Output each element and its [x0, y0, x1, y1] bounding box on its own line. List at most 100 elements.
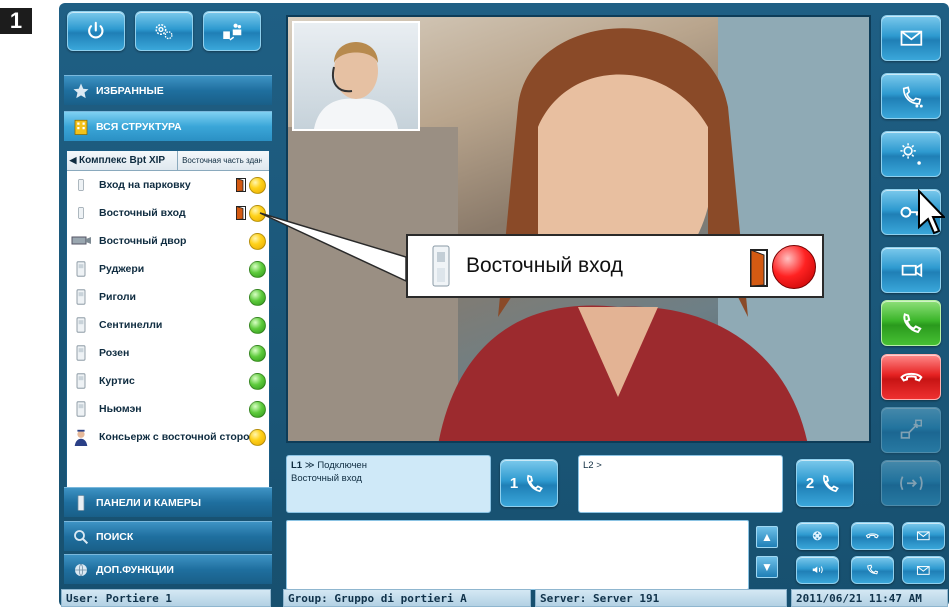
- door-open-icon: [750, 249, 768, 287]
- call-transfer-button[interactable]: [881, 407, 941, 453]
- line2-label: L2 >: [583, 460, 602, 471]
- callout-title: Восточный вход: [466, 254, 623, 277]
- volume-button[interactable]: [796, 556, 839, 584]
- status-server: Server: Server 191: [535, 589, 787, 607]
- device-row[interactable]: Восточный двор: [67, 227, 269, 255]
- structure-panel: ◀ Комплекс Bpt XIP Восточная часть здани…: [66, 150, 270, 490]
- phone-hangup-icon: [899, 372, 923, 382]
- mail-forward-button[interactable]: [902, 522, 945, 550]
- navigate-button[interactable]: [796, 522, 839, 550]
- status-green-icon: [249, 317, 266, 334]
- call-forward-button[interactable]: [881, 73, 941, 119]
- intercom-handset-icon: [76, 345, 86, 361]
- device-label: Вход на парковку: [99, 179, 191, 191]
- transfer-icon: [900, 419, 922, 439]
- line2-button[interactable]: 2: [796, 459, 854, 507]
- concierge-icon: [74, 429, 88, 446]
- video-feed: [286, 15, 871, 443]
- hold-button[interactable]: [851, 522, 894, 550]
- conference-button[interactable]: [881, 460, 941, 506]
- device-row[interactable]: Сентинелли: [67, 311, 269, 339]
- status-group: Group: Gruppo di portieri A: [283, 589, 531, 607]
- operator-video-pip: [292, 21, 420, 131]
- envelope-icon: [900, 30, 922, 46]
- status-yellow-icon: [249, 233, 266, 250]
- scroll-up-button[interactable]: ▲: [756, 526, 778, 548]
- intercom-panel-icon: [78, 179, 84, 191]
- device-icon: [70, 315, 92, 335]
- phone-dots-icon: [902, 86, 923, 108]
- device-label: Руджери: [99, 263, 145, 275]
- nav-search[interactable]: ПОИСК: [64, 521, 272, 551]
- line1-state: ≫ Подключен: [304, 460, 367, 471]
- device-row[interactable]: Восточный вход: [67, 199, 269, 227]
- device-label: Восточный двор: [99, 235, 187, 247]
- line1-name: Восточный вход: [291, 473, 362, 484]
- line1-status[interactable]: L1 ≫ Подключен Восточный вход: [286, 455, 491, 513]
- mail-receive-button[interactable]: [902, 556, 945, 584]
- device-label: Риголи: [99, 291, 136, 303]
- intercom-handset-icon: [76, 289, 86, 305]
- answer-call-button[interactable]: [881, 300, 941, 346]
- line2-status[interactable]: L2 >: [578, 455, 783, 513]
- device-icon: [70, 259, 92, 279]
- device-row[interactable]: Руджери: [67, 255, 269, 283]
- transfer-button[interactable]: [203, 11, 261, 51]
- intercom-panel-icon: [78, 207, 84, 219]
- scroll-down-button[interactable]: ▼: [756, 556, 778, 578]
- nav-extra[interactable]: ДОП.ФУНКЦИИ: [64, 554, 272, 584]
- device-icon: [70, 399, 92, 419]
- nav-structure[interactable]: ВСЯ СТРУКТУРА: [64, 111, 272, 141]
- status-green-icon: [249, 289, 266, 306]
- nav-search-label: ПОИСК: [96, 530, 134, 543]
- message-area[interactable]: [286, 520, 749, 590]
- door-icon[interactable]: [236, 206, 247, 220]
- redial-button[interactable]: [851, 556, 894, 584]
- intercom-handset-icon: [76, 401, 86, 417]
- device-label: Сентинелли: [99, 319, 163, 331]
- status-yellow-icon: [249, 429, 266, 446]
- app-window: ИЗБРАННЫЕ ВСЯ СТРУКТУРА ◀ Комплекс Bpt X…: [59, 3, 949, 607]
- device-row[interactable]: Вход на парковку: [67, 171, 269, 199]
- device-row[interactable]: Консьерж с восточной стороны: [67, 423, 269, 451]
- status-user: User: Portiere 1: [61, 589, 271, 607]
- handset-icon: [865, 533, 880, 539]
- breadcrumb: ◀ Комплекс Bpt XIP Восточная часть здани…: [67, 150, 269, 171]
- back-arrow-icon[interactable]: ◀: [67, 155, 79, 166]
- nav-extra-label: ДОП.ФУНКЦИИ: [96, 563, 174, 576]
- nav-favorites[interactable]: ИЗБРАННЫЕ: [64, 75, 272, 105]
- status-datetime: 2011/06/21 11:47 AM: [791, 589, 948, 607]
- device-icon: [70, 371, 92, 391]
- operator-image: [314, 42, 398, 129]
- intercom-panel-icon: [77, 495, 85, 511]
- device-row[interactable]: Куртис: [67, 367, 269, 395]
- nav-structure-label: ВСЯ СТРУКТУРА: [96, 120, 182, 133]
- door-icon[interactable]: [236, 178, 247, 192]
- hangup-button[interactable]: [881, 354, 941, 400]
- device-row[interactable]: Розен: [67, 339, 269, 367]
- device-icon: [70, 231, 92, 251]
- breadcrumb-sub[interactable]: Восточная часть здания: [182, 156, 262, 165]
- nav-panels-cameras[interactable]: ПАНЕЛИ И КАМЕРЫ: [64, 487, 272, 517]
- light-button[interactable]: [881, 131, 941, 177]
- envelope-forward-icon: [917, 531, 930, 541]
- line1-button[interactable]: 1: [500, 459, 558, 507]
- device-row[interactable]: Ньюмэн: [67, 395, 269, 423]
- device-list: Вход на парковку Восточный вход Восточный …: [67, 171, 269, 451]
- device-callout: Восточный вход: [406, 234, 824, 298]
- globe-icon: [75, 563, 87, 577]
- mouse-cursor-icon: [918, 189, 945, 235]
- device-icon: [70, 203, 92, 223]
- status-green-icon: [249, 345, 266, 362]
- device-label: Розен: [99, 347, 130, 359]
- breadcrumb-main[interactable]: Комплекс Bpt XIP: [79, 155, 165, 166]
- settings-button[interactable]: [135, 11, 193, 51]
- phone-icon: [527, 474, 544, 492]
- power-button[interactable]: [67, 11, 125, 51]
- device-label: Куртис: [99, 375, 135, 387]
- status-green-icon: [249, 401, 266, 418]
- device-row[interactable]: Риголи: [67, 283, 269, 311]
- camera-switch-button[interactable]: [881, 247, 941, 293]
- phone-redial-icon: [867, 564, 879, 575]
- messages-button[interactable]: [881, 15, 941, 61]
